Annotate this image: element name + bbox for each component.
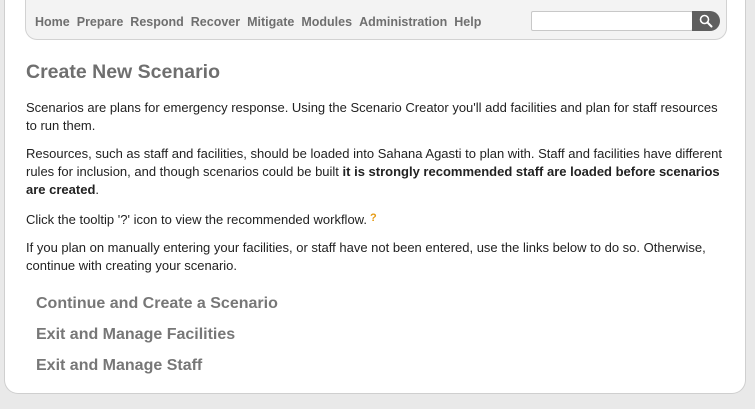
nav-item-administration[interactable]: Administration [359,15,447,29]
page-title: Create New Scenario [26,61,221,83]
main-content: Create New Scenario Scenarios are plans … [26,60,722,387]
nav-menu: Home Prepare Respond Recover Mitigate Mo… [35,15,488,29]
resources-period: . [95,182,100,197]
tooltip-text: Click the tooltip '?' icon to view the r… [26,212,367,227]
search-icon [699,14,713,28]
action-links: Continue and Create a Scenario Exit and … [26,294,722,376]
nav-item-home[interactable]: Home [35,15,70,29]
resources-paragraph: Resources, such as staff and facilities,… [26,145,722,199]
manage-facilities-link[interactable]: Exit and Manage Facilities [36,325,722,345]
nav-item-modules[interactable]: Modules [301,15,352,29]
top-nav-bar: Home Prepare Respond Recover Mitigate Mo… [25,0,727,40]
help-tooltip-icon[interactable]: ? [370,212,377,224]
intro-paragraph: Scenarios are plans for emergency respon… [26,100,718,133]
nav-item-mitigate[interactable]: Mitigate [247,15,294,29]
search-button[interactable] [692,11,720,31]
continue-create-scenario-link[interactable]: Continue and Create a Scenario [36,294,722,314]
nav-item-prepare[interactable]: Prepare [77,15,124,29]
nav-item-help[interactable]: Help [454,15,481,29]
nav-item-respond[interactable]: Respond [130,15,183,29]
manage-staff-link[interactable]: Exit and Manage Staff [36,356,722,376]
nav-item-recover[interactable]: Recover [191,15,240,29]
instructions-paragraph: If you plan on manually entering your fa… [26,240,706,273]
search-input[interactable] [531,11,693,31]
tooltip-paragraph: Click the tooltip '?' icon to view the r… [26,209,722,229]
page-container: Home Prepare Respond Recover Mitigate Mo… [4,0,746,394]
